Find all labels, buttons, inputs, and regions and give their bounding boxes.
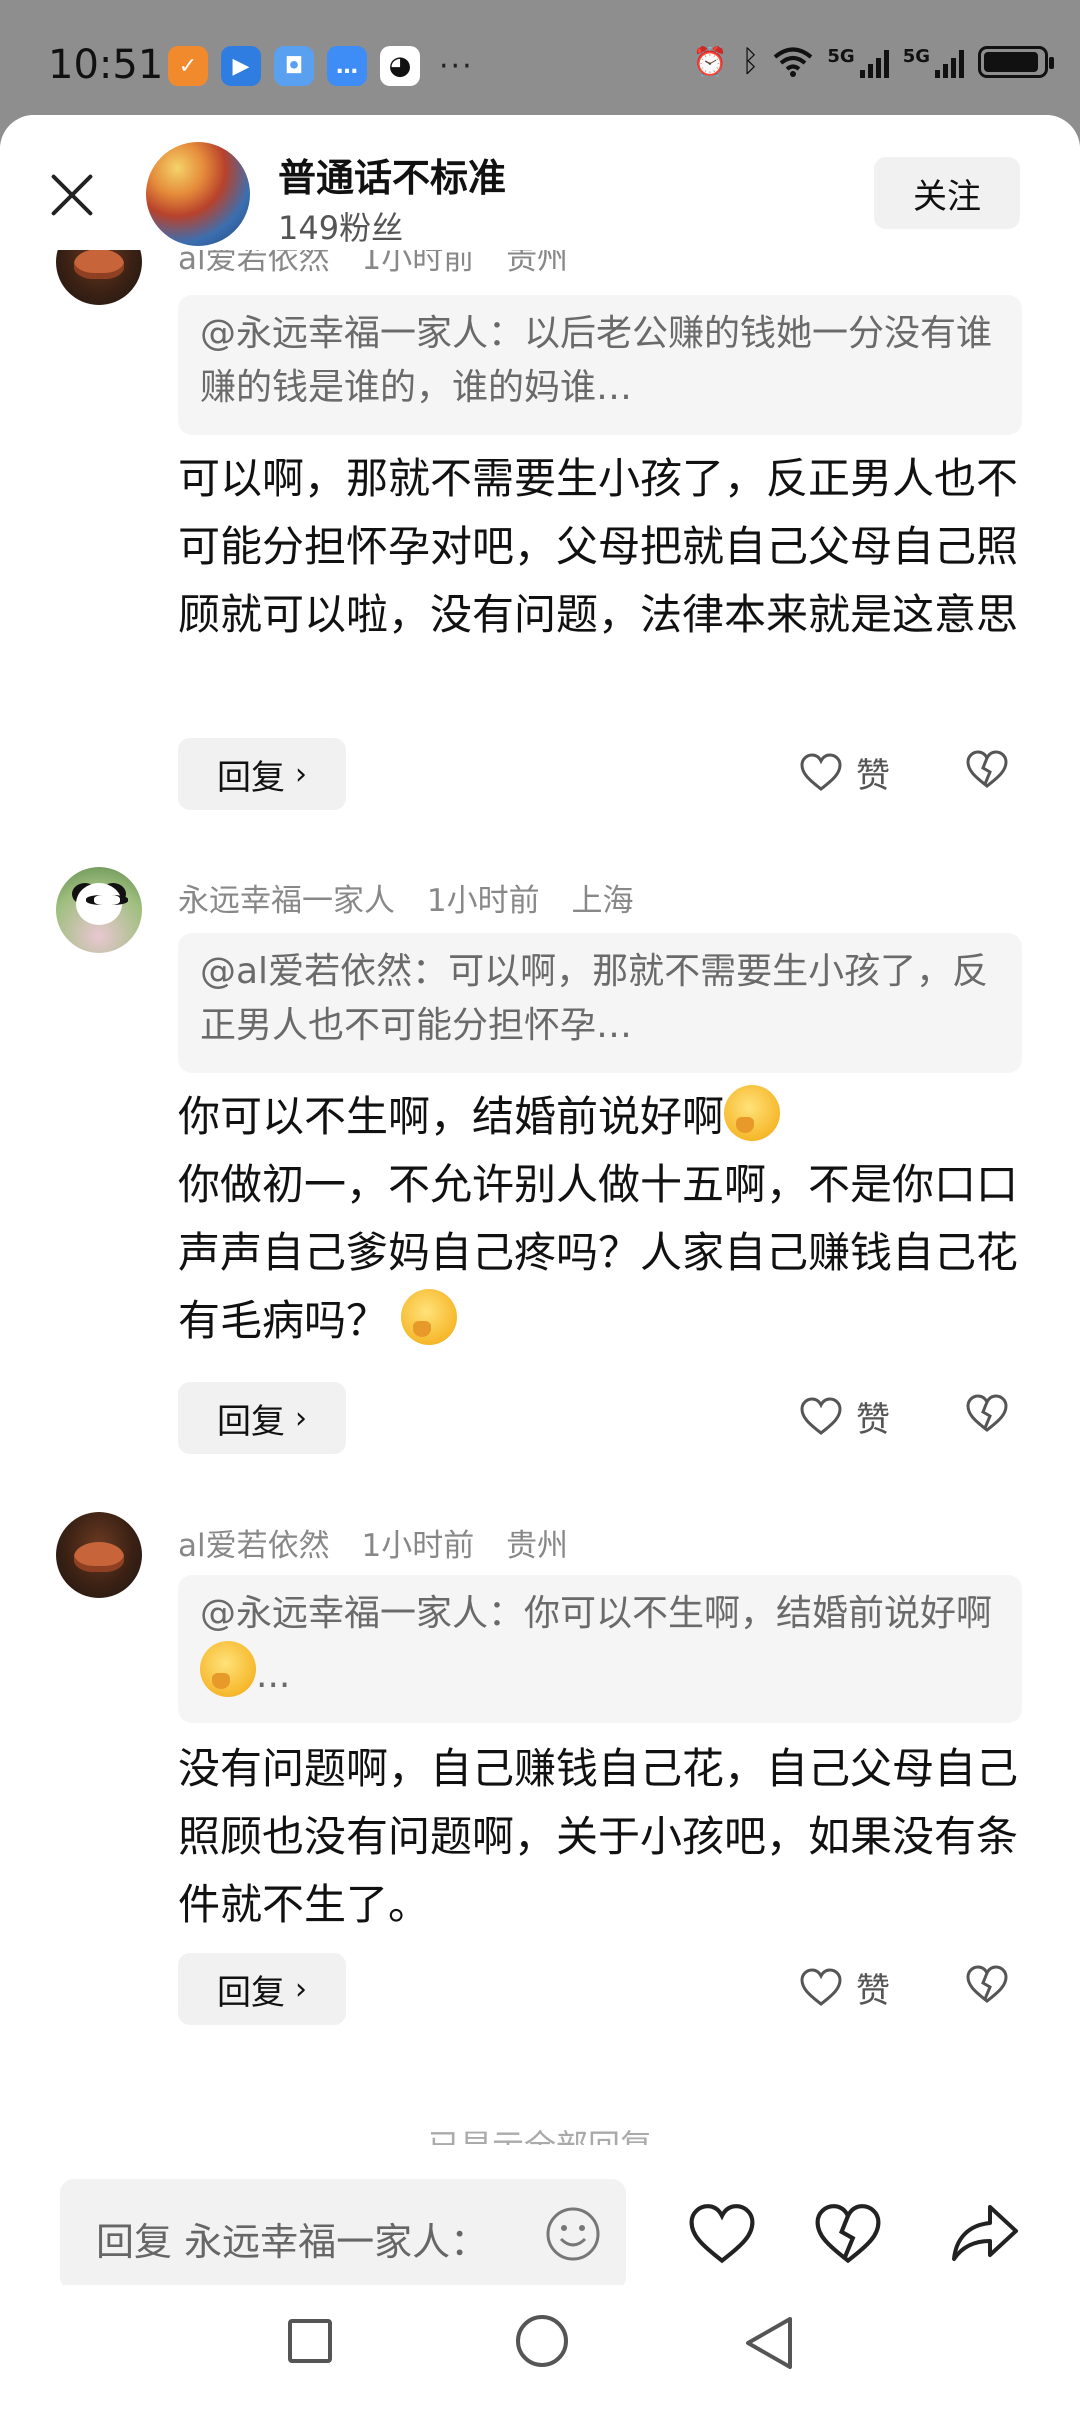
broken-heart-icon[interactable] <box>966 1965 1008 2005</box>
show-all-replies: 已显示全部回复 <box>0 2121 1080 2145</box>
signal-icon: 5G <box>827 46 889 78</box>
reply-bar: 回复 永远幸福一家人： <box>0 2145 1080 2291</box>
chevron-right-icon: › <box>295 1971 307 2007</box>
app-chat-icon: … <box>327 46 367 86</box>
share-icon[interactable] <box>950 2201 1020 2265</box>
close-icon[interactable] <box>48 171 96 219</box>
notification-icons: ✓ ▶ ◘ … ◕ ··· <box>168 46 474 86</box>
heart-icon <box>800 752 842 791</box>
wifi-icon <box>774 47 813 77</box>
chevron-right-icon: › <box>295 756 307 792</box>
follower-count: 149粉丝 <box>278 209 404 247</box>
chevron-right-icon: › <box>295 1400 307 1436</box>
status-time: 10:51 <box>48 42 164 88</box>
comment-meta: al爱若依然 1小时前 贵州 <box>178 1520 590 1565</box>
reply-input[interactable]: 回复 永远幸福一家人： <box>60 2179 626 2291</box>
quoted-comment[interactable]: @永远幸福一家人：以后老公赚的钱她一分没有谁赚的钱是谁的，谁的妈谁… <box>178 295 1022 435</box>
comment-time: 1小时前 <box>361 1528 475 1564</box>
system-nav-bar <box>0 2285 1080 2412</box>
thinking-emoji-icon <box>724 1085 781 1141</box>
reply-placeholder: 回复 永远幸福一家人： <box>96 2220 489 2264</box>
comment-sheet: al爱若依然 1小时前 贵州 @永远幸福一家人：以后老公赚的钱她一分没有谁赚的钱… <box>0 115 1080 2412</box>
like-label: 赞 <box>856 1400 890 1440</box>
comment-text: 可以啊，那就不需要生小孩了，反正男人也不可能分担怀孕对吧，父母把就自己父母自己照… <box>178 454 1019 639</box>
like-button[interactable]: 赞 <box>800 1392 890 1441</box>
signal-icon-2: 5G <box>903 46 964 78</box>
thinking-emoji-icon <box>401 1289 458 1345</box>
comment-location: 贵州 <box>506 1528 569 1564</box>
home-button[interactable] <box>516 2315 568 2367</box>
more-notifications-icon: ··· <box>439 48 474 84</box>
reply-button[interactable]: 回复 › <box>178 738 346 810</box>
bluetooth-icon: ᛒ <box>741 44 760 79</box>
broken-heart-icon[interactable] <box>814 2203 882 2267</box>
comment-time: 1小时前 <box>426 883 540 919</box>
reply-button[interactable]: 回复 › <box>178 1953 346 2025</box>
comment-author[interactable]: al爱若依然 <box>178 1528 330 1564</box>
like-label: 赞 <box>856 756 890 796</box>
author-name[interactable]: 普通话不标准 <box>278 147 506 202</box>
sheet-header: 普通话不标准 149粉丝 关注 <box>0 115 1080 250</box>
heart-icon <box>800 1967 842 2006</box>
like-button[interactable]: 赞 <box>800 1963 890 2012</box>
system-icons: ⏰ ᛒ 5G 5G <box>692 44 1054 79</box>
comment-meta: 永远幸福一家人 1小时前 上海 <box>178 875 655 920</box>
emoji-picker-icon[interactable] <box>544 2205 602 2263</box>
comment-location: 上海 <box>571 883 634 919</box>
alarm-icon: ⏰ <box>692 45 728 78</box>
qq-penguin-icon: ◕ <box>380 46 420 86</box>
broken-heart-icon[interactable] <box>966 750 1008 790</box>
broken-heart-icon[interactable] <box>966 1394 1008 1434</box>
heart-icon <box>800 1396 842 1435</box>
battery-icon <box>978 45 1054 78</box>
quoted-comment[interactable]: @al爱若依然：可以啊，那就不需要生小孩了，反正男人也不可能分担怀孕… <box>178 933 1022 1073</box>
avatar[interactable] <box>56 867 142 953</box>
like-button[interactable]: 赞 <box>800 748 890 797</box>
app-video-icon: ▶ <box>221 46 261 86</box>
comment-list[interactable]: al爱若依然 1小时前 贵州 @永远幸福一家人：以后老公赚的钱她一分没有谁赚的钱… <box>0 115 1080 2145</box>
author-avatar[interactable] <box>146 142 250 246</box>
app-bag-icon: ◘ <box>274 46 314 86</box>
like-label: 赞 <box>856 1971 890 2011</box>
heart-icon[interactable] <box>688 2203 756 2267</box>
quoted-comment[interactable]: @永远幸福一家人：你可以不生啊，结婚前说好啊... <box>178 1575 1022 1723</box>
recents-button[interactable] <box>288 2319 332 2363</box>
thinking-emoji-icon <box>200 1641 256 1697</box>
avatar[interactable] <box>56 1512 142 1598</box>
comment-text: 你可以不生啊，结婚前说好啊 你做初一，不允许别人做十五啊，不是你口口声声自己爹妈… <box>178 1083 1028 1355</box>
status-bar: 10:51 ✓ ▶ ◘ … ◕ ··· ⏰ ᛒ 5G 5G <box>0 0 1080 115</box>
comment-text: 没有问题啊，自己赚钱自己花，自己父母自己照顾也没有问题啊，关于小孩吧，如果没有条… <box>178 1744 1019 1929</box>
follow-button[interactable]: 关注 <box>874 157 1020 229</box>
app-shield-icon: ✓ <box>168 46 208 86</box>
back-button[interactable] <box>742 2315 796 2371</box>
comment-author[interactable]: 永远幸福一家人 <box>178 883 395 919</box>
reply-button[interactable]: 回复 › <box>178 1382 346 1454</box>
